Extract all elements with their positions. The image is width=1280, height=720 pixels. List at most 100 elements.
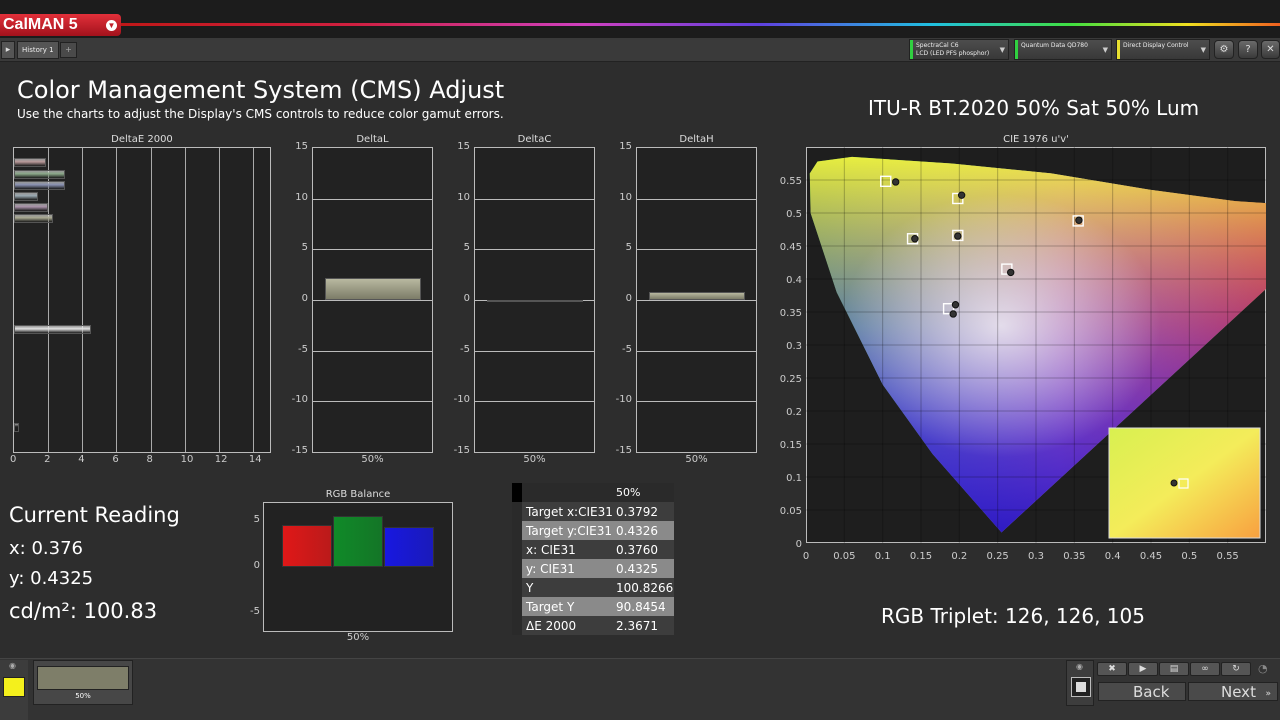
y-tick-label: -10 (615, 394, 632, 406)
erase-icon: ▤ (1169, 664, 1179, 674)
y-tick-label: 0.05 (780, 506, 802, 517)
pin-icon[interactable]: ◉ (9, 661, 16, 670)
refresh-button[interactable]: ↻ (1221, 662, 1251, 676)
close-button[interactable]: ✕ (1261, 40, 1280, 59)
stop-icon (1076, 682, 1086, 692)
pin-icon[interactable]: ◔ (1258, 662, 1268, 675)
status-indicator (1015, 40, 1018, 59)
gridline (637, 249, 756, 251)
device-meter-selector[interactable]: SpectraCal C6 LCD (LED PFS phosphor) ▼ (909, 39, 1009, 60)
x-tick-label: 0.05 (833, 551, 855, 562)
gridline (637, 350, 756, 352)
deltae-chart-title: DeltaE 2000 (111, 134, 173, 145)
x-tick-label: 10 (180, 454, 194, 465)
pin-icon[interactable]: ◉ (1076, 662, 1083, 671)
status-indicator (1117, 40, 1120, 59)
device-display-selector[interactable]: Direct Display Control ▼ (1116, 39, 1210, 60)
y-tick-label: -15 (453, 445, 470, 456)
help-button[interactable]: ? (1238, 40, 1258, 59)
y-tick-label: 0.1 (786, 473, 802, 484)
chevron-down-icon: ▼ (999, 46, 1005, 54)
settings-button[interactable]: ⚙ (1214, 40, 1234, 59)
x-tick-label: 0.4 (1105, 551, 1121, 562)
table-row: Y 100.8266 (512, 578, 674, 597)
chevron-down-icon: ▼ (1102, 46, 1108, 54)
next-button[interactable]: Next » (1188, 682, 1278, 701)
step-thumbnail[interactable]: 50% (33, 660, 133, 705)
y-tick-label: -10 (291, 394, 308, 406)
row-label: y: CIE31 (526, 562, 575, 576)
y-tick-label: -5 (298, 343, 308, 355)
x-tick-label: 0.25 (987, 551, 1009, 562)
cie-chart: 0 0.05 0.1 0.15 0.2 0.25 0.3 0.35 0.4 0.45 0.5 0.55… (780, 147, 1266, 562)
gridline (48, 148, 50, 452)
play-button[interactable]: ▶ (1128, 662, 1158, 676)
zoom-panel (1108, 427, 1261, 539)
x-category-label: 50% (346, 632, 370, 643)
y-tick-label: 0 (625, 293, 632, 304)
loop-icon: ∞ (1201, 664, 1209, 674)
y-tick-label: 0 (796, 539, 802, 550)
delta-bar (325, 277, 421, 300)
chevron-down-icon: ▼ (106, 20, 117, 31)
device-name: Direct Display Control (1123, 42, 1189, 49)
device-name: Quantum Data QD780 (1021, 42, 1088, 49)
rgb-triplet: RGB Triplet: 126, 126, 105 (881, 604, 1145, 628)
refresh-icon: ↻ (1232, 664, 1240, 674)
y-tick-label: 5 (301, 242, 308, 254)
deltac-chart (474, 147, 595, 453)
x-tick-label: 0.55 (1217, 551, 1239, 562)
stop-button[interactable] (1071, 677, 1091, 697)
row-header-cell (512, 578, 522, 597)
delta-bar (487, 300, 583, 302)
gridline (116, 148, 118, 452)
y-tick-label: 0 (253, 560, 260, 571)
y-tick-label: 10 (457, 191, 470, 203)
back-button[interactable]: Back (1098, 682, 1186, 701)
help-icon: ? (1245, 44, 1251, 55)
measured-point (1007, 268, 1015, 277)
gridline (313, 198, 432, 200)
device-generator-selector[interactable]: Quantum Data QD780 ▼ (1014, 39, 1112, 60)
measured-point (892, 178, 900, 186)
y-tick-label: 10 (295, 191, 308, 203)
row-label: ΔE 2000 (526, 619, 577, 633)
row-header-cell (512, 616, 522, 635)
y-tick-label: 5 (463, 242, 470, 254)
deltae-bar (14, 192, 38, 201)
row-value: 0.3792 (616, 505, 658, 519)
step-color-swatch (37, 666, 129, 690)
row-label: x: CIE31 (526, 543, 576, 557)
tab-history-1[interactable]: History 1 (17, 41, 59, 59)
y-tick-label: -15 (615, 445, 632, 456)
app-logo-menu[interactable]: CalMAN 5 ▼ (0, 14, 121, 36)
y-tick-label: 10 (619, 191, 632, 203)
back-label: Back (1133, 683, 1170, 701)
add-tab-button[interactable]: + (60, 42, 77, 58)
chevron-down-icon: ▼ (1200, 46, 1206, 54)
table-row: x: CIE31 0.3760 (512, 540, 674, 559)
y-tick-label: 0.5 (786, 209, 802, 220)
table-row: ΔE 2000 2.3671 (512, 616, 674, 635)
y-tick-label: 0 (463, 293, 470, 304)
erase-button[interactable]: ▤ (1159, 662, 1189, 676)
deltac-chart-title: DeltaC (517, 134, 552, 145)
target-color-swatch[interactable] (3, 677, 25, 697)
loop-button[interactable]: ∞ (1190, 662, 1220, 676)
rgb-balance-title: RGB Balance (325, 489, 391, 500)
x-tick-label: 0.2 (951, 551, 967, 562)
deltah-chart (636, 147, 757, 453)
y-tick-label: 5 (253, 514, 260, 526)
delete-button[interactable]: ✖ (1097, 662, 1127, 676)
y-tick-label: 15 (295, 141, 308, 152)
x-tick-label: 14 (248, 454, 262, 465)
app-name: CalMAN 5 (3, 16, 78, 33)
rgb-balance-chart (263, 502, 453, 632)
deltae-bar (14, 203, 49, 212)
x-tick-label: 0.1 (875, 551, 891, 562)
gridline (313, 401, 432, 403)
y-tick-label: 15 (457, 141, 470, 152)
y-tick-label: 0 (301, 293, 308, 304)
row-header-cell (512, 521, 522, 540)
prev-tab-button[interactable]: ▸ (1, 41, 15, 59)
